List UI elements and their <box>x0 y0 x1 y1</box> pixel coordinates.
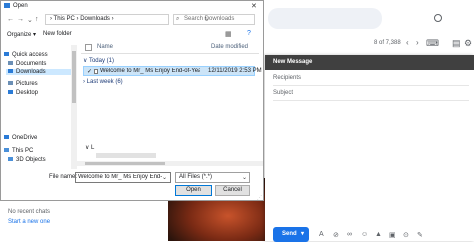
cube-icon <box>8 157 13 162</box>
subject-field[interactable]: Subject <box>273 90 293 96</box>
nav-scrollbar[interactable] <box>71 45 77 169</box>
file-type-select[interactable]: All Files (*.*) ⌄ <box>175 172 250 183</box>
recent-chevron-icon[interactable]: ⌄ <box>27 16 33 24</box>
dialog-title: Open <box>13 3 28 9</box>
file-open-dialog: Open ✕ ← → ⌄ ↑ › This PC › Downloads › ↻… <box>0 0 264 201</box>
star-icon <box>4 52 9 57</box>
column-header: Name Date modified <box>81 42 259 54</box>
view-options-icon[interactable]: ▦ <box>225 30 232 38</box>
select-all-checkbox[interactable] <box>85 44 92 51</box>
attach-icon[interactable]: ⊘ <box>333 231 339 239</box>
chevron-down-icon[interactable]: ⌄ <box>242 174 247 181</box>
scrollbar-thumb[interactable] <box>85 162 165 165</box>
file-row[interactable]: ✓ Welcome to Mr_ Ms Enjoy End-of-Year-Sa… <box>83 66 262 76</box>
file-name: Welcome to Mr_ Ms Enjoy End-of-Year-Sale… <box>100 68 200 74</box>
open-button[interactable]: Open <box>175 185 212 196</box>
send-button[interactable]: Send ▾ <box>273 227 309 242</box>
scrollbar-thumb[interactable] <box>72 51 76 103</box>
file-name-input[interactable]: Welcome to Mr_ Ms Enjoy End-of-Year-Sale… <box>75 172 171 183</box>
nav-item-desktop[interactable]: Desktop <box>8 90 38 96</box>
compose-title: New Message <box>273 59 313 65</box>
recent-chats-text: No recent chats <box>8 209 51 215</box>
search-icon: ⌕ <box>176 16 180 22</box>
file-type-value: All Files (*.*) <box>179 174 213 180</box>
horizontal-scrollbar[interactable] <box>75 161 263 166</box>
search-placeholder: Search Downloads <box>184 16 235 22</box>
start-chat-link[interactable]: Start a new one <box>8 219 50 225</box>
checkbox-checked-icon[interactable]: ✓ <box>87 68 92 75</box>
computer-icon <box>4 148 9 153</box>
column-name[interactable]: Name <box>97 44 113 50</box>
nav-item-quick-access[interactable]: Quick access <box>4 52 48 58</box>
file-icon <box>94 69 98 74</box>
photo-icon[interactable]: ▣ <box>389 231 396 239</box>
navigation-pane: Quick access Documents Downloads Picture… <box>4 46 76 170</box>
close-icon[interactable]: ✕ <box>251 2 257 10</box>
up-arrow-icon[interactable]: ↑ <box>35 16 39 23</box>
search-input[interactable]: ⌕ Search Downloads <box>173 14 255 25</box>
nav-item-this-pc[interactable]: This PC <box>4 148 33 154</box>
density-icon[interactable]: ▤ <box>452 38 461 49</box>
folder-icon <box>4 3 10 8</box>
desktop-icon <box>8 90 13 95</box>
cancel-button[interactable]: Cancel <box>215 185 250 196</box>
send-options-chevron-icon[interactable]: ▾ <box>301 230 304 237</box>
file-name-label: File name: <box>49 174 78 180</box>
compose-window: New Message Recipients Subject Send ▾ A … <box>265 55 474 242</box>
file-name-value: Welcome to Mr_ Ms Enjoy End-of-Year-Sale <box>78 174 162 180</box>
chevron-right-icon[interactable]: › <box>416 38 419 47</box>
help-icon[interactable]: ? <box>247 30 251 37</box>
signature-icon[interactable]: ✎ <box>417 231 423 239</box>
group-header-collapsed[interactable]: ∨ L <box>85 144 94 151</box>
nav-item-pictures[interactable]: Pictures <box>8 81 38 87</box>
document-icon <box>8 61 13 66</box>
organize-button[interactable]: Organize ▾ <box>7 31 36 38</box>
send-label: Send <box>282 231 297 237</box>
address-bar[interactable]: › This PC › Downloads › ↻ <box>45 14 209 25</box>
divider <box>273 100 469 101</box>
nav-item-onedrive[interactable]: OneDrive <box>4 135 37 141</box>
link-icon[interactable]: ∞ <box>347 231 352 238</box>
gmail-search-bar[interactable] <box>268 8 382 29</box>
file-date: 12/11/2019 2:53 PM <box>208 68 262 74</box>
format-icon[interactable]: A <box>319 231 324 238</box>
settings-gear-icon[interactable]: ⚙ <box>464 38 472 49</box>
forward-arrow-icon[interactable]: → <box>17 16 24 23</box>
page-count: 8 of 7,388 <box>374 40 401 46</box>
nav-item-downloads[interactable]: Downloads <box>6 69 74 75</box>
group-header-last-week[interactable]: › Last week (6) <box>83 79 123 85</box>
column-date-modified[interactable]: Date modified <box>211 44 248 50</box>
breadcrumb: › This PC › Downloads › <box>50 16 114 22</box>
emoji-icon[interactable]: ☺ <box>361 231 368 238</box>
group-header-today[interactable]: ∨ Today (1) <box>83 57 114 64</box>
divider <box>273 85 469 86</box>
command-bar: Organize ▾ New folder ▦ ? <box>1 28 263 41</box>
chevron-left-icon[interactable]: ‹ <box>406 38 409 47</box>
download-icon <box>8 69 13 74</box>
nav-item-3d-objects[interactable]: 3D Objects <box>8 157 46 163</box>
input-tools-icon[interactable]: ⌨ <box>426 38 439 49</box>
drive-icon[interactable]: ▲ <box>375 231 382 238</box>
new-folder-button[interactable]: New folder <box>43 31 72 37</box>
lock-icon[interactable]: ⊙ <box>403 231 409 239</box>
cloud-icon <box>4 135 9 140</box>
blurred-file-row[interactable] <box>96 153 156 158</box>
compose-header[interactable]: New Message <box>265 55 474 70</box>
nav-item-documents[interactable]: Documents <box>8 61 46 67</box>
back-arrow-icon[interactable]: ← <box>7 16 14 23</box>
resize-grip-icon[interactable]: ⋰ <box>257 195 262 201</box>
picture-icon <box>8 81 13 86</box>
help-icon[interactable] <box>434 14 442 22</box>
recipients-field[interactable]: Recipients <box>273 75 301 81</box>
chevron-down-icon[interactable]: ⌄ <box>162 174 167 181</box>
